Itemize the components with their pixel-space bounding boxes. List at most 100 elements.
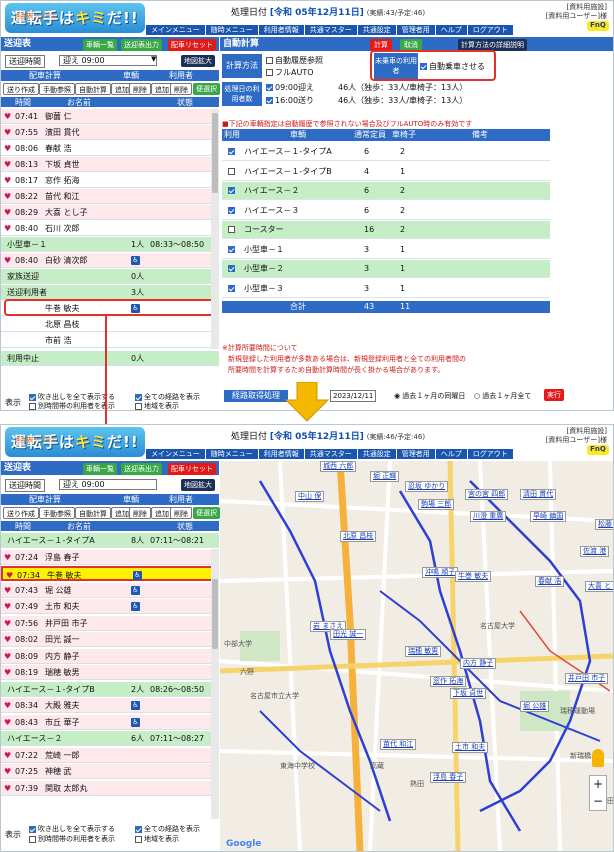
vehicle-row[interactable]: 小型車－３ 3 1 xyxy=(222,279,550,298)
list-item[interactable]: ♥ 08:13 下坂 貞世 xyxy=(1,157,219,172)
map-user-label[interactable]: 清田 貫代 xyxy=(520,489,557,500)
vehicle-row[interactable]: 小型車－２ 3 1 xyxy=(222,260,550,278)
app-logo[interactable]: 送迎表システム 運転手はキミだ!! xyxy=(5,427,145,457)
car-row[interactable]: ハイエース－１-タイプA 8人 07:11〜08:21 xyxy=(1,533,219,548)
map-user-label[interactable]: 中山 保 xyxy=(295,491,325,502)
list-item[interactable]: ♥ 07:43 堀 公雄 ♿ xyxy=(1,582,219,598)
list-item[interactable]: ♥ 08:02 田光 誠一 xyxy=(1,632,219,647)
menu-logout[interactable]: ログアウト xyxy=(467,449,514,459)
map-user-label[interactable]: 春献 浩 xyxy=(535,576,565,587)
list-item[interactable]: 北原 昌枝 xyxy=(1,317,219,332)
list-item[interactable]: 市前 浩 xyxy=(1,333,219,348)
map-user-label[interactable]: 牛巻 敏夫 xyxy=(455,571,492,582)
list-item[interactable]: ♥ 08:43 市丘 華子 ♿ xyxy=(1,714,219,730)
opt-other-time[interactable]: 別時間帯の利用者を表示 xyxy=(29,834,115,844)
toilet-select-button[interactable]: 便選択 xyxy=(193,83,220,95)
fnq-button[interactable]: FnQ xyxy=(587,21,609,31)
use-checkbox[interactable] xyxy=(228,167,235,175)
chevron-down-icon[interactable]: ▼ xyxy=(151,55,156,63)
list-item[interactable]: ♥ 08:09 内方 静子 xyxy=(1,648,219,664)
opt-fullauto[interactable]: フルAUTO xyxy=(266,67,314,78)
vehicle-row[interactable]: ハイエース－１-タイプB 4 1 xyxy=(222,162,550,181)
use-checkbox[interactable] xyxy=(228,245,235,253)
use-checkbox[interactable] xyxy=(228,226,235,233)
map-user-label[interactable]: 忍坂 ゆかり xyxy=(405,481,449,492)
vehicle-row[interactable]: ハイエース－３ 6 2 xyxy=(222,201,550,220)
app-logo[interactable]: 送迎表システム 運転手はキミだ!! xyxy=(5,3,145,33)
route-date-input[interactable]: 2023/12/11 xyxy=(330,390,377,402)
manual-ref-button[interactable]: 手動参照 xyxy=(39,83,75,95)
del-user-button[interactable]: 削除 xyxy=(170,507,192,519)
route-map[interactable]: 城西 六郎堀 正輝 忍坂 ゆかり宮の宮 四郎 清田 貫代 中山 保駒場 三郎川澄 重廣… xyxy=(220,461,613,851)
list-item[interactable]: ♥ 08:19 瑞穂 敏男 xyxy=(1,665,219,680)
use-checkbox[interactable] xyxy=(228,284,235,292)
menu-settings[interactable]: 共通設定 xyxy=(357,25,397,35)
output-button[interactable]: 送迎表出力 xyxy=(121,463,162,475)
menu-admin[interactable]: 管理者用 xyxy=(396,25,436,35)
use-checkbox[interactable] xyxy=(228,148,235,155)
del-user-button[interactable]: 削除 xyxy=(170,83,192,95)
vehicle-row[interactable]: ハイエース－１-タイプA 6 2 xyxy=(222,143,550,161)
stop-row[interactable]: 利用中止 0人 xyxy=(1,351,219,366)
map-user-label[interactable]: 窓作 拓海 xyxy=(430,676,467,687)
zoom-in-icon[interactable]: + xyxy=(590,776,606,793)
users-row[interactable]: 送迎利用者 3人 xyxy=(1,285,219,300)
map-user-label[interactable]: 城西 六郎 xyxy=(320,461,357,472)
menu-anytime[interactable]: 随時メニュー xyxy=(205,449,259,459)
menu-admin[interactable]: 管理者用 xyxy=(396,449,436,459)
toilet-select-button[interactable]: 便選択 xyxy=(193,507,220,519)
map-user-label[interactable]: 沖鳴 順子 xyxy=(422,567,459,578)
del-car-button[interactable]: 削除 xyxy=(129,83,151,95)
menu-settings[interactable]: 共通設定 xyxy=(357,449,397,459)
map-user-label[interactable]: 北原 昌枝 xyxy=(340,531,377,542)
map-expand-button[interactable]: 地図拡大 xyxy=(181,479,215,491)
use-checkbox[interactable] xyxy=(228,265,235,272)
street-view-icon[interactable] xyxy=(592,749,604,767)
list-item[interactable]: ♥ 07:24 浮島 春子 xyxy=(1,549,219,565)
list-item[interactable]: ♥ 07:56 井戸田 市子 xyxy=(1,615,219,631)
map-expand-button[interactable]: 地図拡大 xyxy=(181,55,215,67)
opt-history[interactable]: 自動履歴参照 xyxy=(266,55,323,66)
opt-blowout[interactable]: 吹き出しを全て表示する xyxy=(29,824,115,834)
list-item[interactable]: ♥ 08:22 苗代 和江 xyxy=(1,189,219,204)
vehicle-list-button[interactable]: 車輌一覧 xyxy=(83,39,117,51)
make-return-button[interactable]: 送り作成 xyxy=(3,83,39,95)
map-user-label[interactable]: 苗代 和江 xyxy=(380,739,417,750)
list-item[interactable]: ♥ 07:22 荒崎 一郎 xyxy=(1,747,219,763)
use-checkbox[interactable] xyxy=(228,187,235,194)
menu-anytime[interactable]: 随時メニュー xyxy=(205,25,259,35)
list-item[interactable]: ♥ 07:55 濱田 貫代 xyxy=(1,125,219,140)
car-row[interactable]: ハイエース－２ 6人 07:11〜08:27 xyxy=(1,731,219,746)
map-user-label[interactable]: 佐渡 港 xyxy=(580,546,610,557)
map-user-label[interactable]: 駒場 三郎 xyxy=(418,499,455,510)
map-user-label[interactable]: 川澄 重廣 xyxy=(470,511,507,522)
opt-area[interactable]: 地域を表示 xyxy=(135,834,179,844)
day-row-2[interactable]: 16:00送り xyxy=(266,95,314,106)
scrollbar[interactable] xyxy=(211,549,219,819)
day-row-1[interactable]: 09:00迎え xyxy=(266,82,314,93)
menu-user-info[interactable]: 利用者情報 xyxy=(258,25,305,35)
map-user-label[interactable]: 瑞穂 敏男 xyxy=(405,646,442,657)
list-item[interactable]: ♥ 08:17 窓作 拓海 xyxy=(1,173,219,188)
menu-user-info[interactable]: 利用者情報 xyxy=(258,449,305,459)
opt-other-time[interactable]: 別時間帯の利用者を表示 xyxy=(29,401,115,410)
map-user-label[interactable]: 宮の宮 四郎 xyxy=(465,489,509,500)
zoom-out-icon[interactable]: − xyxy=(590,793,606,810)
reset-button[interactable]: 配車リセット xyxy=(168,463,216,475)
zoom-control[interactable]: + − xyxy=(589,775,607,811)
list-item[interactable]: ♥ 08:40 白砂 清次郎 ♿ xyxy=(1,253,219,268)
vehicle-row[interactable]: 小型車－１ 3 1 xyxy=(222,240,550,259)
map-user-label[interactable]: 堀 正輝 xyxy=(370,471,400,482)
list-item[interactable]: ♥ 07:25 神穂 武 xyxy=(1,764,219,779)
map-user-label[interactable]: 内方 静子 xyxy=(460,658,497,669)
list-item[interactable]: ♥ 07:34 牛巻 敏夫 ♿ xyxy=(1,566,219,581)
vehicle-row[interactable]: ハイエース－２ 6 2 xyxy=(222,182,550,200)
map-user-label[interactable]: 松藤 世之介 xyxy=(595,519,613,530)
list-item[interactable]: ♥ 08:34 大殿 雅夫 ♿ xyxy=(1,698,219,713)
list-item[interactable]: ♥ 07:39 関取 太郎丸 xyxy=(1,780,219,796)
menu-master[interactable]: 共通マスター xyxy=(304,25,358,35)
reset-button[interactable]: 配車リセット xyxy=(168,39,216,51)
list-item[interactable]: ♥ 08:06 春献 浩 xyxy=(1,141,219,156)
opt-area[interactable]: 地域を表示 xyxy=(135,401,179,410)
scrollbar[interactable] xyxy=(211,109,219,349)
